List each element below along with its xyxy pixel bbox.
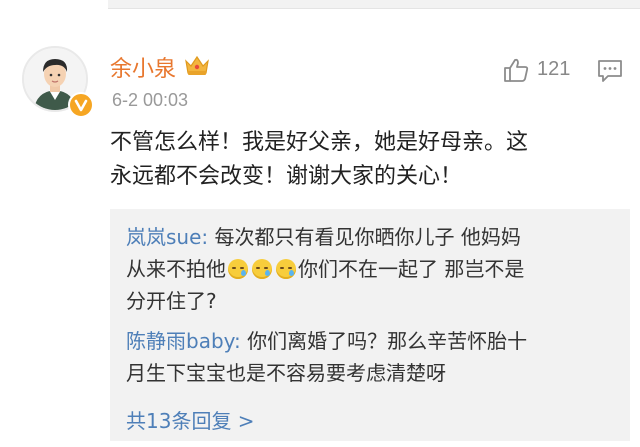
reply-text: 分开住了? <box>126 289 217 313</box>
reply-text: 每次都只有看见你晒你儿子 他妈妈 <box>208 225 521 249</box>
verified-v-icon <box>68 92 94 118</box>
crying-emoji-icon <box>276 259 296 279</box>
crying-emoji-icon <box>252 259 272 279</box>
reply-line: 月生下宝宝也是不容易要考虑清楚呀 <box>126 357 620 389</box>
comment-username[interactable]: 余小泉 <box>110 51 176 83</box>
comment-text-line: 永远都不会改变！谢谢大家的关心！ <box>110 164 463 189</box>
thumbs-up-icon[interactable] <box>502 56 530 84</box>
comment-text: 不管怎么样！我是好父亲，她是好母亲。这 永远都不会改变！谢谢大家的关心！ <box>110 126 610 194</box>
previous-reply-box-edge <box>108 0 640 9</box>
reply-text: 从来不拍他 <box>126 257 226 281</box>
like-count: 121 <box>537 58 571 80</box>
reply-text: 你们离婚了吗？那么辛苦怀胎十 <box>240 329 528 353</box>
avatar[interactable] <box>22 46 94 118</box>
crying-emoji-icon <box>228 259 248 279</box>
reply-line: 陈静雨baby: 你们离婚了吗？那么辛苦怀胎十 <box>126 325 620 357</box>
reply-line: 分开住了? <box>126 285 620 317</box>
comment-icon[interactable] <box>596 58 624 84</box>
more-replies-link[interactable]: 共13条回复 > <box>126 405 255 434</box>
reply-author[interactable]: 陈静雨baby: <box>126 329 241 353</box>
reply-author[interactable]: 岚岚sue: <box>126 225 208 249</box>
reply-line: 岚岚sue: 每次都只有看见你晒你儿子 他妈妈 <box>126 221 620 253</box>
reply-line: 从来不拍他 你们不在一起了 那岂不是 <box>126 253 620 285</box>
reply-text: 你们不在一起了 那岂不是 <box>298 257 525 281</box>
reply-item[interactable]: 岚岚sue: 每次都只有看见你晒你儿子 他妈妈 从来不拍他 你们不在一起了 那岂不… <box>126 221 620 317</box>
crown-icon <box>184 53 210 77</box>
comment-text-line: 不管怎么样！我是好父亲，她是好母亲。这 <box>110 130 529 155</box>
reply-item[interactable]: 陈静雨baby: 你们离婚了吗？那么辛苦怀胎十 月生下宝宝也是不容易要考虑清楚呀 <box>126 325 620 389</box>
comment-timestamp: 6-2 00:03 <box>112 90 189 110</box>
reply-text: 月生下宝宝也是不容易要考虑清楚呀 <box>126 361 446 385</box>
reply-list: 岚岚sue: 每次都只有看见你晒你儿子 他妈妈 从来不拍他 你们不在一起了 那岂不… <box>110 209 630 441</box>
